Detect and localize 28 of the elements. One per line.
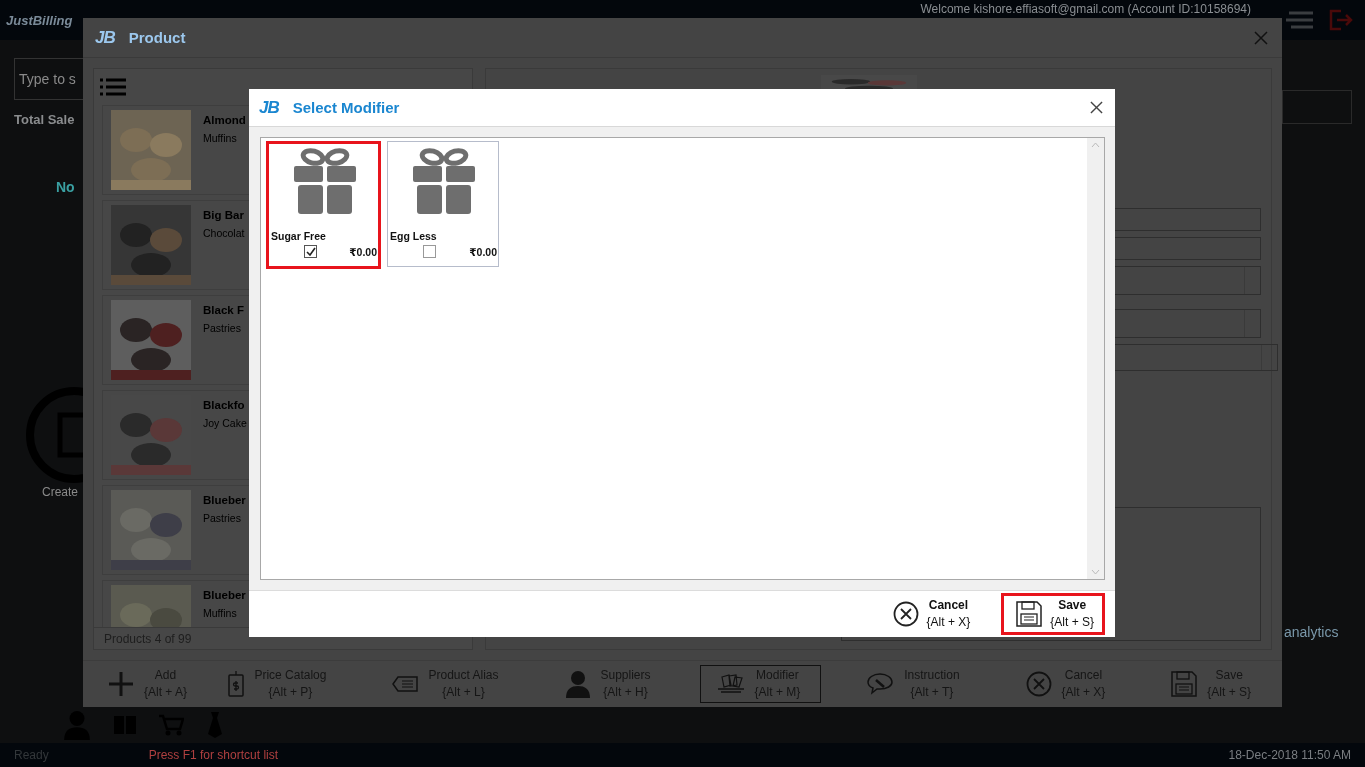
- total-sales-label: Total Sale: [14, 112, 76, 127]
- product-category: Muffins: [203, 607, 238, 619]
- product-category: Muffins: [203, 132, 238, 144]
- date-time: 18-Dec-2018 11:50 AM: [1228, 748, 1351, 762]
- product-name: Blackfo: [203, 399, 246, 411]
- product-category: Joy Cake: [203, 417, 247, 429]
- product-category: Pastries: [203, 322, 242, 334]
- modifier-name: Egg Less: [390, 230, 438, 242]
- product-name: Blueber: [203, 589, 246, 601]
- analytics-label: analytics: [1284, 624, 1340, 640]
- modifier-name: Sugar Free: [271, 230, 327, 242]
- create-label: Create: [42, 485, 80, 499]
- welcome-text: Welcome kishore.effiasoft@gmail.com (Account ID:10158694): [920, 2, 1251, 16]
- product-name: Big Bar: [203, 209, 245, 221]
- product-category: Pastries: [203, 512, 242, 524]
- app-logo: JustBilling: [6, 12, 73, 28]
- product-name: Blueber: [203, 494, 246, 506]
- window-title: Product: [128, 29, 186, 46]
- modifier-price: ₹0.00: [349, 245, 377, 258]
- no-label: No: [56, 179, 76, 195]
- product-name: Almond: [203, 114, 246, 126]
- product-category: Chocolat: [203, 227, 245, 239]
- dialog-title: Select Modifier: [292, 99, 400, 116]
- modifier-price: ₹0.00: [469, 245, 497, 258]
- jb-logo: JB: [95, 27, 115, 48]
- product-name: Black F: [203, 304, 244, 316]
- shortcut-hint: Press F1 for shortcut list: [148, 748, 279, 762]
- jb-logo: JB: [259, 97, 279, 118]
